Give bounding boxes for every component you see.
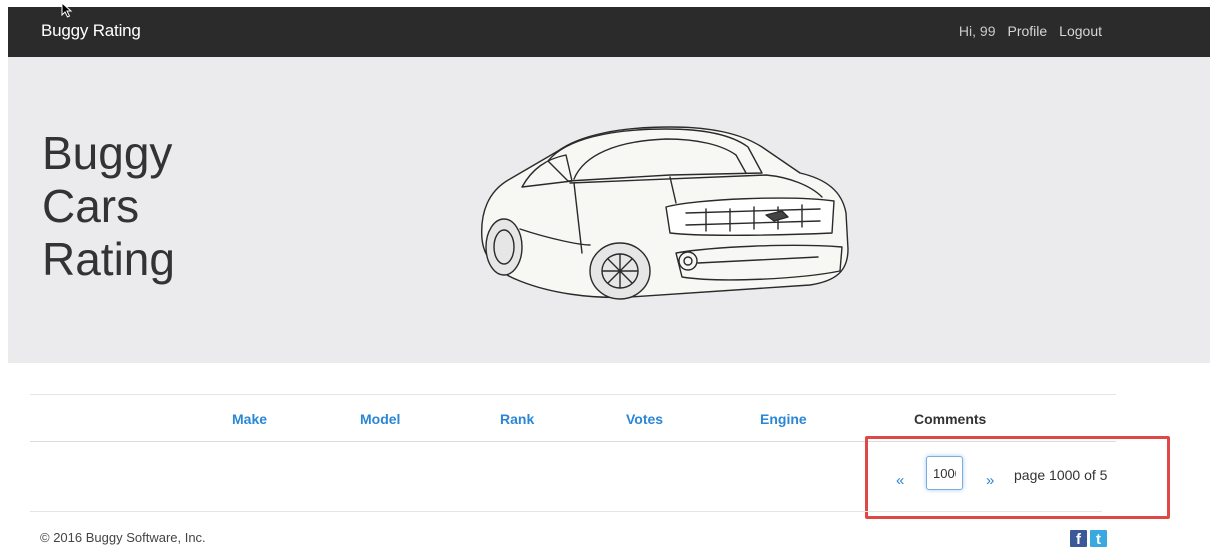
- column-make[interactable]: Make: [232, 411, 267, 427]
- annotation-highlight-box: [865, 436, 1170, 519]
- user-greeting: Hi, 99: [958, 23, 996, 39]
- column-model[interactable]: Model: [360, 411, 400, 427]
- hero-title-line: Cars: [42, 180, 140, 232]
- car-illustration: [481, 126, 849, 300]
- profile-link[interactable]: Profile: [1007, 23, 1047, 39]
- column-comments: Comments: [914, 411, 987, 427]
- column-engine[interactable]: Engine: [760, 411, 807, 427]
- navbar: Buggy Rating Hi, 99 Profile Logout: [8, 7, 1210, 57]
- facebook-icon[interactable]: f: [1070, 530, 1087, 548]
- user-menu: Hi, 99 Profile Logout: [959, 23, 1102, 39]
- mouse-cursor-icon: [61, 2, 73, 18]
- brand-link[interactable]: Buggy Rating: [41, 21, 141, 41]
- table-header: Make Model Rank Votes Engine Comments: [30, 394, 1116, 442]
- footer-divider: [30, 511, 1102, 512]
- hero-banner: Buggy Cars Rating: [8, 57, 1210, 363]
- social-links: f t: [1070, 530, 1107, 548]
- hero-title: Buggy Cars Rating: [42, 127, 242, 286]
- logout-link[interactable]: Logout: [1059, 23, 1102, 39]
- footer-copyright: © 2016 Buggy Software, Inc.: [40, 530, 206, 545]
- twitter-icon[interactable]: t: [1090, 530, 1107, 548]
- column-votes[interactable]: Votes: [626, 411, 663, 427]
- cars-table: Make Model Rank Votes Engine Comments: [30, 394, 1116, 442]
- hero-title-line: Buggy: [42, 127, 173, 179]
- column-rank[interactable]: Rank: [500, 411, 534, 427]
- hero-title-line: Rating: [42, 233, 175, 285]
